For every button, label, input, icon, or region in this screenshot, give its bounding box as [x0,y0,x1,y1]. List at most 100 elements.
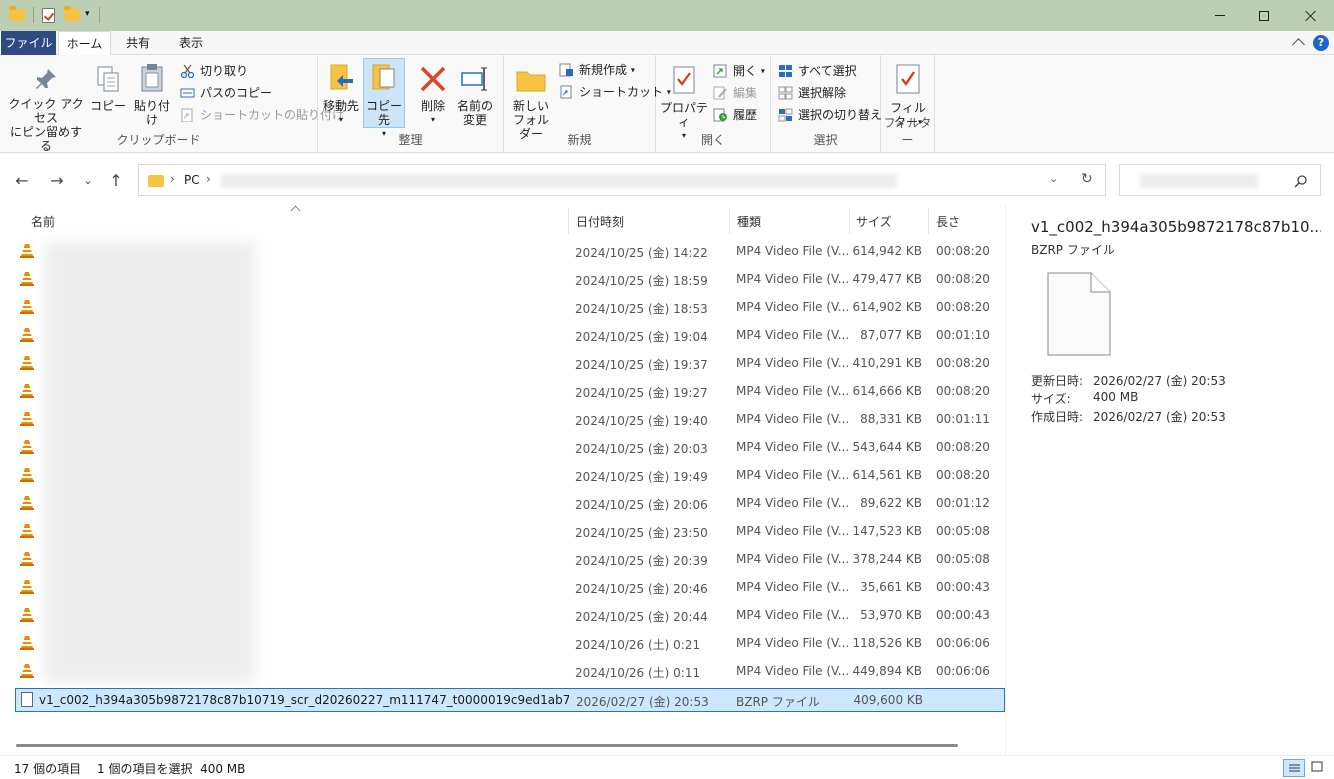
modified-label: 更新日時: [1031,374,1084,388]
copy-to-button[interactable]: コピー先 ▾ [363,58,405,138]
help-icon[interactable]: ? [1313,35,1329,51]
column-divider[interactable] [849,208,850,234]
column-header-date[interactable]: 日付時刻 [576,213,624,230]
file-date: 2026/02/27 (金) 20:53 [576,695,709,709]
file-date: 2024/10/25 (金) 20:46 [575,582,708,596]
new-folder-quick-icon[interactable] [64,6,80,21]
maximize-button[interactable] [1241,0,1287,31]
file-size: 409,600 KB [853,693,923,707]
redacted-path [221,174,897,188]
copy-button[interactable]: コピー [90,65,126,113]
up-button[interactable]: ↑ [105,169,127,191]
invert-selection-icon [778,108,793,122]
organize-group-label: 整理 [398,133,423,147]
column-divider[interactable] [729,208,730,234]
file-length: 00:00:43 [936,580,990,594]
minimize-icon [1215,15,1225,16]
column-header-size[interactable]: サイズ [856,213,892,230]
open-button[interactable]: 開く ▾ [713,62,765,80]
select-none-button[interactable]: 選択解除 [778,84,846,102]
file-date: 2024/10/26 (土) 0:21 [575,638,701,652]
details-view-button[interactable] [1283,759,1305,777]
copy-path-button[interactable]: パスのコピー [180,84,272,102]
chevron-down-icon: ▾ [760,66,765,76]
file-type: MP4 Video File (V... [736,580,848,594]
chevron-down-icon: ▾ [630,65,635,75]
divider [33,7,34,23]
pin-icon [36,69,56,89]
file-length: 00:01:10 [936,328,990,342]
breadcrumb-pc[interactable]: PC [184,173,200,187]
file-date: 2024/10/25 (金) 19:40 [575,414,708,428]
file-type: MP4 Video File (V... [736,300,848,314]
vlc-cone-icon [20,468,34,482]
breadcrumb-separator: › [206,172,211,186]
clipboard-group: クイック アクセス にピン留めする コピー 貼り付け 切り取り パスのコピー シ… [0,55,344,153]
select-all-label: すべて選択 [798,64,857,78]
large-icons-view-button[interactable] [1307,759,1329,777]
column-divider[interactable] [928,208,929,234]
new-folder-label: 新しい [512,99,549,113]
new-group: 新しい フォルダー 新規作成 ▾ ショートカット ▾ 新規 [504,55,671,153]
vlc-cone-icon [20,328,34,342]
new-shortcut-button[interactable]: ショートカット ▾ [559,83,671,101]
table-row-selected[interactable]: v1_c002_h394a305b9872178c87b10719_scr_d2… [15,688,1005,712]
move-to-icon [330,64,353,90]
move-to-button[interactable]: 移動先 ▾ [321,63,361,127]
pin-label: クイック アクセス [8,97,84,125]
properties-quick-icon[interactable] [42,8,55,23]
customize-quick-access-icon[interactable]: ▾ [85,9,90,25]
recent-locations-button[interactable]: ⌄ [77,169,99,191]
tab-view[interactable]: 表示 [168,31,214,55]
select-all-button[interactable]: すべて選択 [778,62,857,80]
column-header-type[interactable]: 種類 [737,213,761,230]
shortcut-label: ショートカット [579,85,664,99]
item-count: 17 個の項目 [14,762,82,776]
file-date: 2024/10/25 (金) 19:49 [575,470,708,484]
tab-file[interactable]: ファイル [1,31,56,55]
back-button[interactable]: ← [11,169,33,191]
file-size: 35,661 KB [860,580,922,594]
new-folder-button[interactable]: 新しい フォルダー [508,67,554,141]
new-item-label: 新規作成 [579,63,628,77]
filter-group-label: フィルター [883,116,932,147]
column-header-length[interactable]: 長さ [936,213,960,230]
vlc-cone-icon [20,664,34,678]
collapse-ribbon-icon[interactable] [1292,38,1305,51]
invert-selection-button[interactable]: 選択の切り替え [778,106,882,124]
vlc-cone-icon [20,440,34,454]
file-type: MP4 Video File (V... [736,608,848,622]
tab-home[interactable]: ホーム [58,31,111,56]
select-all-icon [779,65,792,77]
minimize-button[interactable] [1197,0,1243,31]
refresh-icon[interactable]: ↻ [1081,171,1093,187]
forward-button[interactable]: → [46,169,68,191]
close-icon [1305,10,1317,22]
new-item-button[interactable]: 新規作成 ▾ [559,61,635,79]
file-type: MP4 Video File (V... [736,468,848,482]
file-type: MP4 Video File (V... [736,244,848,258]
file-size: 614,561 KB [852,468,922,482]
rename-button[interactable]: 名前の 変更 [454,65,496,127]
scissors-icon [180,64,195,78]
history-label: 履歴 [733,108,758,122]
new-item-icon [559,63,573,77]
close-button[interactable] [1288,0,1334,31]
delete-button[interactable]: 削除 ▾ [415,65,451,127]
chevron-down-icon: ▾ [338,115,343,124]
search-box[interactable] [1119,164,1321,196]
redacted-file-names [45,242,255,682]
status-bar: 17 個の項目 1 個の項目を選択 400 MB [0,755,1334,779]
preview-title: v1_c002_h394a305b9872178c87b10... [1031,218,1321,236]
column-divider[interactable] [568,208,569,234]
column-header-name[interactable]: 名前 [31,213,55,230]
paste-button[interactable]: 貼り付け [130,63,174,127]
horizontal-scrollbar[interactable] [16,744,958,747]
edit-button[interactable]: 編集 [713,84,757,102]
tab-share[interactable]: 共有 [115,31,161,55]
address-dropdown-icon[interactable]: ⌄ [1049,172,1058,185]
history-button[interactable]: 履歴 [713,106,757,124]
redacted-search-placeholder [1140,174,1258,188]
cut-button[interactable]: 切り取り [180,62,248,80]
address-bar[interactable]: › PC › ⌄ ↻ [138,164,1106,196]
